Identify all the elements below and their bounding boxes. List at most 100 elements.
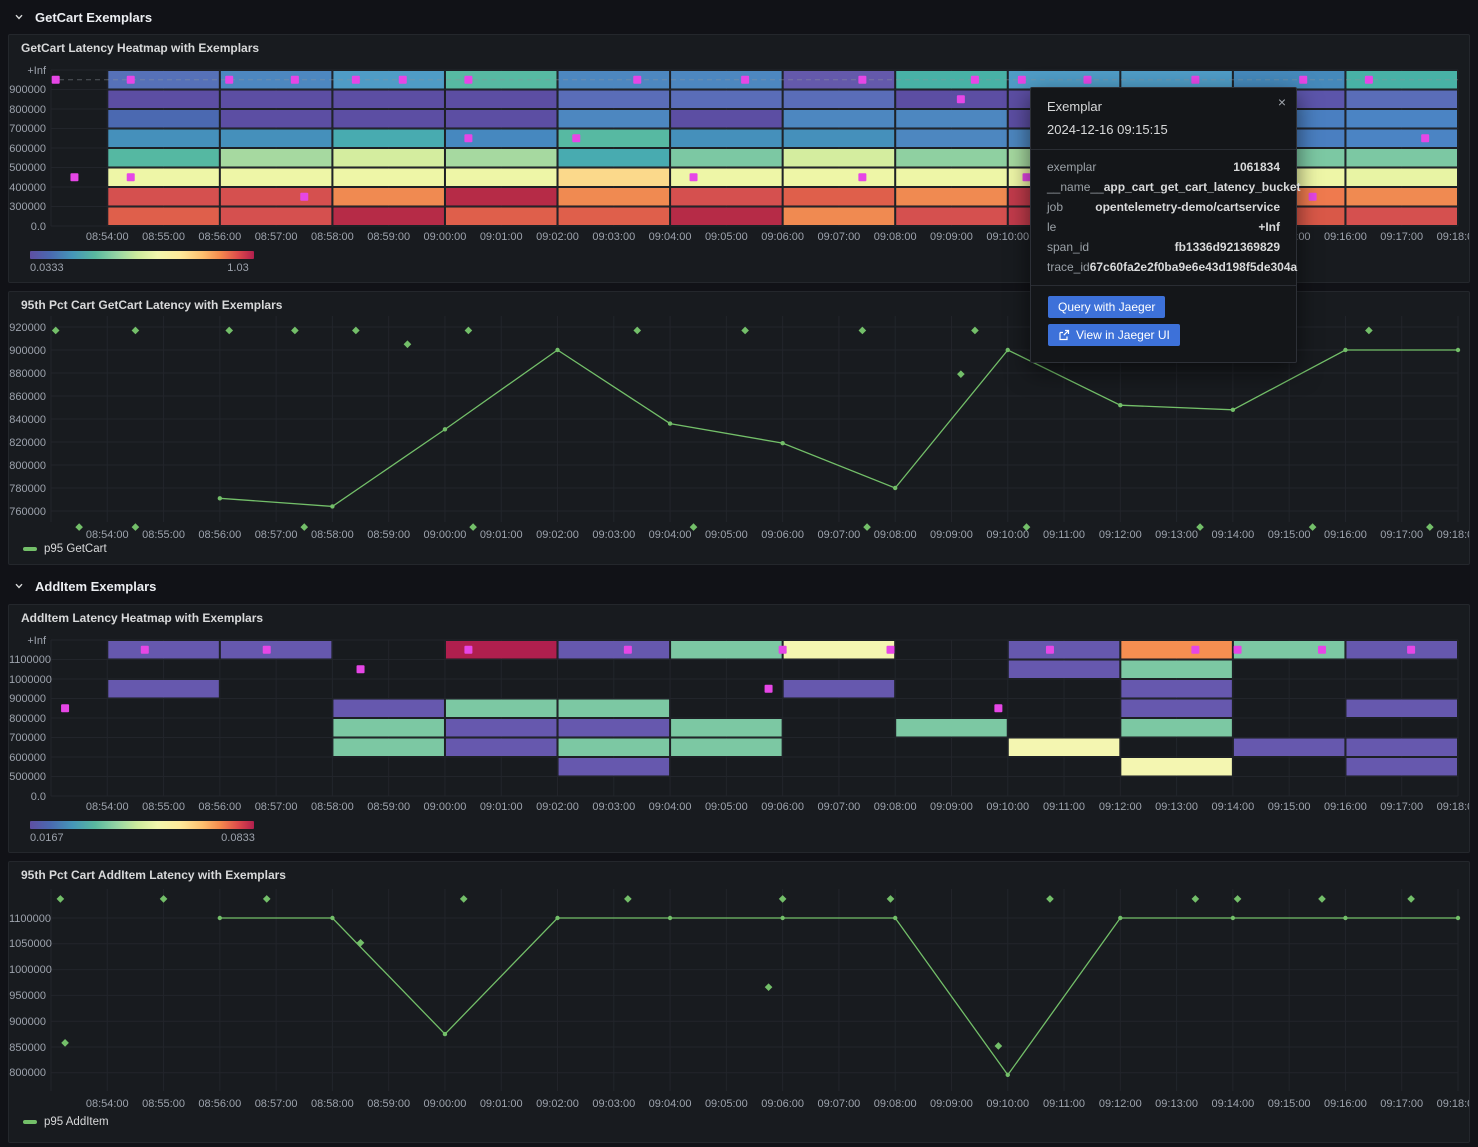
- heatmap-cell[interactable]: [784, 641, 895, 659]
- heatmap-cell[interactable]: [1009, 739, 1120, 757]
- exemplar-diamond[interactable]: [957, 370, 965, 378]
- heatmap-cell[interactable]: [1009, 641, 1120, 659]
- exemplar-diamond[interactable]: [57, 895, 65, 903]
- heatmap-cell[interactable]: [896, 91, 1007, 109]
- data-point[interactable]: [218, 496, 222, 500]
- heatmap-cell[interactable]: [559, 169, 670, 187]
- exemplar-marker[interactable]: [127, 173, 135, 181]
- exemplar-marker[interactable]: [994, 704, 1002, 712]
- exemplar-diamond[interactable]: [1407, 895, 1415, 903]
- heatmap-cell[interactable]: [221, 208, 332, 226]
- exemplar-marker[interactable]: [690, 173, 698, 181]
- heatmap-cell[interactable]: [446, 641, 557, 659]
- data-point[interactable]: [443, 427, 447, 431]
- heatmap-cell[interactable]: [896, 149, 1007, 167]
- heatmap-cell[interactable]: [221, 110, 332, 128]
- section-title[interactable]: GetCart Exemplars: [35, 10, 152, 25]
- heatmap-cell[interactable]: [559, 110, 670, 128]
- heatmap-cell[interactable]: [559, 188, 670, 206]
- exemplar-marker[interactable]: [70, 173, 78, 181]
- exemplar-marker[interactable]: [1018, 76, 1026, 84]
- exemplar-marker[interactable]: [1421, 134, 1429, 142]
- data-point[interactable]: [555, 916, 559, 920]
- exemplar-marker[interactable]: [52, 76, 60, 84]
- heatmap-cell[interactable]: [333, 188, 444, 206]
- legend-label[interactable]: p95 GetCart: [44, 543, 107, 555]
- heatmap-cell[interactable]: [108, 110, 219, 128]
- heatmap-cell[interactable]: [108, 130, 219, 148]
- heatmap-cell[interactable]: [221, 130, 332, 148]
- heatmap-cell[interactable]: [446, 149, 557, 167]
- heatmap-cell[interactable]: [896, 130, 1007, 148]
- legend-p95-getcart[interactable]: p95 GetCart: [23, 543, 107, 555]
- data-point[interactable]: [555, 348, 559, 352]
- data-point[interactable]: [218, 916, 222, 920]
- chevron-down-icon[interactable]: [8, 581, 30, 591]
- exemplar-diamond[interactable]: [1234, 895, 1242, 903]
- heatmap-cell[interactable]: [559, 719, 670, 737]
- heatmap-cell[interactable]: [446, 739, 557, 757]
- exemplar-marker[interactable]: [633, 76, 641, 84]
- exemplar-diamond[interactable]: [741, 327, 749, 335]
- heatmap-cell[interactable]: [333, 700, 444, 718]
- exemplar-diamond[interactable]: [132, 327, 140, 335]
- exemplar-diamond[interactable]: [460, 895, 468, 903]
- heatmap-cell[interactable]: [1121, 680, 1232, 698]
- hm-additem-plot[interactable]: [9, 605, 1469, 852]
- heatmap-cell[interactable]: [1346, 130, 1457, 148]
- exemplar-diamond[interactable]: [1046, 895, 1054, 903]
- heatmap-cell[interactable]: [896, 188, 1007, 206]
- heatmap-cell[interactable]: [559, 208, 670, 226]
- exemplar-marker[interactable]: [464, 646, 472, 654]
- exemplar-diamond[interactable]: [404, 340, 412, 348]
- data-point[interactable]: [780, 441, 784, 445]
- exemplar-diamond[interactable]: [357, 939, 365, 947]
- data-point[interactable]: [668, 916, 672, 920]
- heatmap-cell[interactable]: [221, 169, 332, 187]
- exemplar-diamond[interactable]: [995, 1042, 1003, 1050]
- exemplar-diamond[interactable]: [624, 895, 632, 903]
- exemplar-diamond[interactable]: [225, 327, 233, 335]
- data-point[interactable]: [1231, 916, 1235, 920]
- heatmap-cell[interactable]: [671, 208, 782, 226]
- heatmap-cell[interactable]: [221, 149, 332, 167]
- exemplar-marker[interactable]: [1318, 646, 1326, 654]
- section-row-additem[interactable]: AddItem Exemplars: [8, 574, 156, 598]
- heatmap-cell[interactable]: [1121, 641, 1232, 659]
- heatmap-cell[interactable]: [333, 719, 444, 737]
- heatmap-cell[interactable]: [333, 91, 444, 109]
- exemplar-marker[interactable]: [225, 76, 233, 84]
- heatmap-cell[interactable]: [1121, 758, 1232, 776]
- data-point[interactable]: [780, 916, 784, 920]
- exemplar-diamond[interactable]: [1192, 895, 1200, 903]
- query-with-jaeger-button[interactable]: Query with Jaeger: [1048, 296, 1165, 318]
- heatmap-cell[interactable]: [446, 700, 557, 718]
- heatmap-cell[interactable]: [671, 91, 782, 109]
- exemplar-marker[interactable]: [887, 646, 895, 654]
- heatmap-cell[interactable]: [108, 641, 219, 659]
- data-point[interactable]: [1456, 348, 1460, 352]
- heatmap-cell[interactable]: [896, 719, 1007, 737]
- exemplar-marker[interactable]: [399, 76, 407, 84]
- exemplar-diamond[interactable]: [263, 895, 271, 903]
- heatmap-cell[interactable]: [446, 169, 557, 187]
- data-point[interactable]: [893, 916, 897, 920]
- heatmap-cell[interactable]: [446, 130, 557, 148]
- exemplar-marker[interactable]: [1046, 646, 1054, 654]
- exemplar-diamond[interactable]: [61, 1039, 69, 1047]
- heatmap-cell[interactable]: [671, 739, 782, 757]
- heatmap-cell[interactable]: [671, 188, 782, 206]
- heatmap-cell[interactable]: [333, 208, 444, 226]
- heatmap-cell[interactable]: [559, 149, 670, 167]
- heatmap-cell[interactable]: [1009, 661, 1120, 679]
- heatmap-cell[interactable]: [1346, 110, 1457, 128]
- data-point[interactable]: [1006, 348, 1010, 352]
- heatmap-cell[interactable]: [784, 91, 895, 109]
- exemplar-diamond[interactable]: [160, 895, 168, 903]
- heatmap-cell[interactable]: [333, 149, 444, 167]
- heatmap-cell[interactable]: [108, 149, 219, 167]
- heatmap-cell[interactable]: [784, 680, 895, 698]
- data-point[interactable]: [1456, 916, 1460, 920]
- heatmap-cell[interactable]: [1346, 758, 1457, 776]
- heatmap-cell[interactable]: [1121, 719, 1232, 737]
